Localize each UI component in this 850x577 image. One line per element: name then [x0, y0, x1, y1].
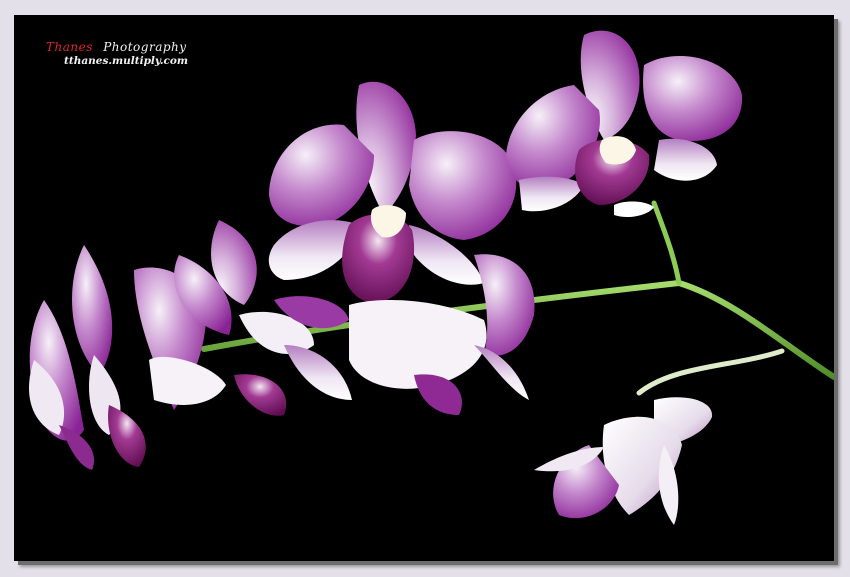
watermark-word: Photography [103, 40, 187, 54]
photographer-watermark: Thanes Photography tthanes.multiply.com [46, 40, 188, 68]
orchid-photo: Thanes Photography tthanes.multiply.com [14, 15, 834, 561]
orchid-illustration [28, 30, 834, 525]
side-stem [651, 200, 682, 286]
bud-pedicel [636, 348, 785, 396]
watermark-name: Thanes [46, 40, 93, 54]
orchid-bud-bottom-right [534, 397, 713, 525]
watermark-title: Thanes Photography [46, 40, 188, 55]
watermark-url: tthanes.multiply.com [64, 55, 188, 67]
orchid-flower-top-right [506, 30, 743, 218]
